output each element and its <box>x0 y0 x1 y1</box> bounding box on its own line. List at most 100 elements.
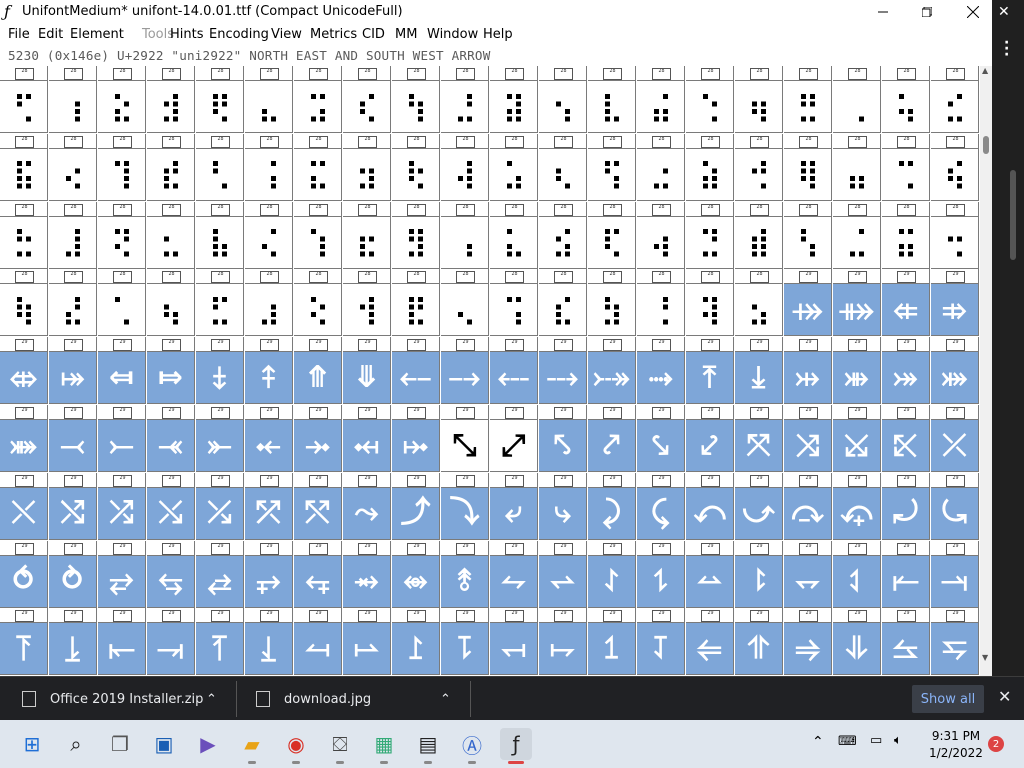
glyph-cell[interactable]: 29 ⤴ <box>392 472 440 540</box>
glyph-cell[interactable]: 29 ⤓ <box>735 337 783 405</box>
glyph-cell[interactable]: 28 <box>98 269 146 337</box>
menu-element[interactable]: Element <box>70 27 124 42</box>
windows-start-icon[interactable]: ⊞ <box>16 728 48 760</box>
glyph-cell[interactable]: 28 <box>0 133 48 201</box>
glyph-cell[interactable]: 28 <box>392 66 440 133</box>
glyph-cell[interactable]: 29 ⤝ <box>245 405 293 472</box>
side-scrollbar[interactable] <box>1010 170 1016 260</box>
glyph-cell[interactable]: 29 ⥙ <box>245 608 293 676</box>
glyph-cell[interactable]: 28 <box>588 133 636 201</box>
glyph-cell[interactable]: 28 <box>294 66 342 133</box>
glyph-cell[interactable]: 28 <box>784 201 832 269</box>
menu-encoding[interactable]: Encoding <box>209 27 269 42</box>
glyph-cell[interactable]: 28 <box>882 66 930 133</box>
glyph-cell[interactable]: 29 ⤚ <box>98 405 146 472</box>
glyph-cell[interactable]: 29 ⤭ <box>49 472 97 540</box>
glyph-cell[interactable]: 28 <box>343 269 391 337</box>
glyph-cell[interactable]: 29 ⥞ <box>490 608 538 676</box>
menu-cid[interactable]: CID <box>362 27 385 42</box>
glyph-cell[interactable]: 28 <box>392 133 440 201</box>
glyph-cell[interactable]: 29 ⥦ <box>882 608 930 676</box>
glyph-cell[interactable]: 29 ⤪ <box>882 405 930 472</box>
glyph-cell[interactable]: 29 ⤨ <box>784 405 832 472</box>
fontforge-icon[interactable]: ƒ <box>500 728 532 764</box>
menu-mm[interactable]: MM <box>395 27 417 42</box>
glyph-cell[interactable]: 29 ⤩ <box>833 405 881 472</box>
glyph-cell[interactable]: 28 <box>490 269 538 337</box>
glyph-cell[interactable]: 29 ⤤ <box>588 405 636 472</box>
glyph-cell[interactable]: 29 ⤎ <box>490 337 538 405</box>
scroll-thumb[interactable] <box>983 136 989 154</box>
glyph-cell[interactable]: 29 ⤆ <box>98 337 146 405</box>
task-view-icon[interactable]: ❐ <box>104 728 136 760</box>
glyph-cell[interactable]: 29 ⤫ <box>931 405 979 472</box>
glyph-cell[interactable]: 28 <box>147 269 195 337</box>
glyph-cell[interactable]: 29 ⤲ <box>294 472 342 540</box>
glyph-cell[interactable]: 29 ⥄ <box>196 540 244 608</box>
glyph-cell[interactable]: 29 ⥢ <box>686 608 734 676</box>
glyph-cell[interactable]: 29 ⥥ <box>833 608 881 676</box>
widgets-icon[interactable]: ▣ <box>148 728 180 760</box>
clock[interactable]: 9:31 PM 1/2/2022 <box>926 728 986 762</box>
glyph-cell[interactable]: 28 <box>490 66 538 133</box>
glyph-cell[interactable]: 28 <box>196 269 244 337</box>
glyph-cell[interactable]: 29 ⤛ <box>147 405 195 472</box>
glyph-cell[interactable]: 29 ⥑ <box>833 540 881 608</box>
7zip-icon[interactable]: ▤ <box>412 728 444 764</box>
glyph-cell[interactable]: 29 ⥎ <box>686 540 734 608</box>
glyph-cell[interactable]: 28 <box>392 201 440 269</box>
glyph-cell[interactable]: 29 ⥘ <box>196 608 244 676</box>
glyph-cell[interactable]: 28 <box>196 133 244 201</box>
app-installer-icon[interactable]: ▦ <box>368 728 400 764</box>
glyph-cell[interactable]: 29 ⥡ <box>637 608 685 676</box>
glyph-cell[interactable]: 29 ⤧ <box>735 405 783 472</box>
glyph-cell[interactable]: 29 ⤑ <box>637 337 685 405</box>
glyph-cell[interactable]: 28 <box>245 201 293 269</box>
glyph-cell[interactable]: 28 <box>588 269 636 337</box>
glyph-cell[interactable]: 29 ⤳ <box>343 472 391 540</box>
glyph-cell[interactable]: 29 ⤽ <box>833 472 881 540</box>
glyph-cell[interactable]: 28 <box>441 201 489 269</box>
glyph-cell[interactable]: 29 ⤗ <box>931 337 979 405</box>
glyph-cell[interactable]: 28 <box>735 133 783 201</box>
glyph-cell[interactable]: 29 ⤈ <box>196 337 244 405</box>
glyph-cell[interactable]: 29 ⤅ <box>49 337 97 405</box>
glyph-cell[interactable]: 28 <box>931 133 979 201</box>
glyph-cell[interactable]: 29 ⤃ <box>931 269 979 337</box>
glyph-cell[interactable]: 29 ⥔ <box>0 608 48 676</box>
chrome-icon[interactable]: ◉ <box>280 728 312 764</box>
glyph-cell[interactable]: 29 ⥝ <box>441 608 489 676</box>
glyph-cell[interactable]: 29 ⤸ <box>588 472 636 540</box>
glyph-cell[interactable]: 29 ⤘ <box>0 405 48 472</box>
glyph-cell[interactable]: 29 ⤼ <box>784 472 832 540</box>
glyph-cell[interactable]: 29 ⤊ <box>294 337 342 405</box>
glyph-cell[interactable]: 29 ⤣ <box>539 405 587 472</box>
glyph-cell[interactable]: 28 <box>686 269 734 337</box>
file-explorer-icon[interactable]: ▰ <box>236 728 268 764</box>
glyph-cell[interactable]: 29 ⥀ <box>0 540 48 608</box>
glyph-cell[interactable]: 29 ⥚ <box>294 608 342 676</box>
glyph-cell[interactable]: 28 <box>784 133 832 201</box>
glyph-cell[interactable]: 28 <box>294 269 342 337</box>
glyph-cell[interactable]: 29 ⤿ <box>931 472 979 540</box>
glyph-cell[interactable]: 28 <box>686 133 734 201</box>
teams-chat-icon[interactable]: ▶ <box>192 728 224 760</box>
glyph-cell[interactable]: 29 ⤠ <box>392 405 440 472</box>
glyph-cell[interactable]: 28 <box>441 133 489 201</box>
glyph-cell[interactable]: 28 <box>196 201 244 269</box>
glyph-cell[interactable]: 29 ⥋ <box>539 540 587 608</box>
glyph-cell[interactable]: 28 <box>637 201 685 269</box>
glyph-cell[interactable]: 29 ⥈ <box>392 540 440 608</box>
glyph-cell[interactable]: 29 ⤦ <box>686 405 734 472</box>
glyph-cell[interactable]: 29 ⥕ <box>49 608 97 676</box>
glyph-cell[interactable]: 29 ⤇ <box>147 337 195 405</box>
glyph-cell[interactable]: 28 <box>245 133 293 201</box>
glyph-cell[interactable]: 28 <box>931 201 979 269</box>
keyboard-icon[interactable]: ⌨ <box>838 734 857 749</box>
glyph-cell[interactable]: 29 ⥉ <box>441 540 489 608</box>
glyph-cell[interactable]: 29 ⤂ <box>882 269 930 337</box>
scroll-down-icon[interactable]: ▼ <box>982 653 988 662</box>
glyph-cell[interactable]: 29 ⤬ <box>0 472 48 540</box>
glyph-cell[interactable]: 29 ⥟ <box>539 608 587 676</box>
glyph-cell[interactable]: 29 ⤹ <box>637 472 685 540</box>
